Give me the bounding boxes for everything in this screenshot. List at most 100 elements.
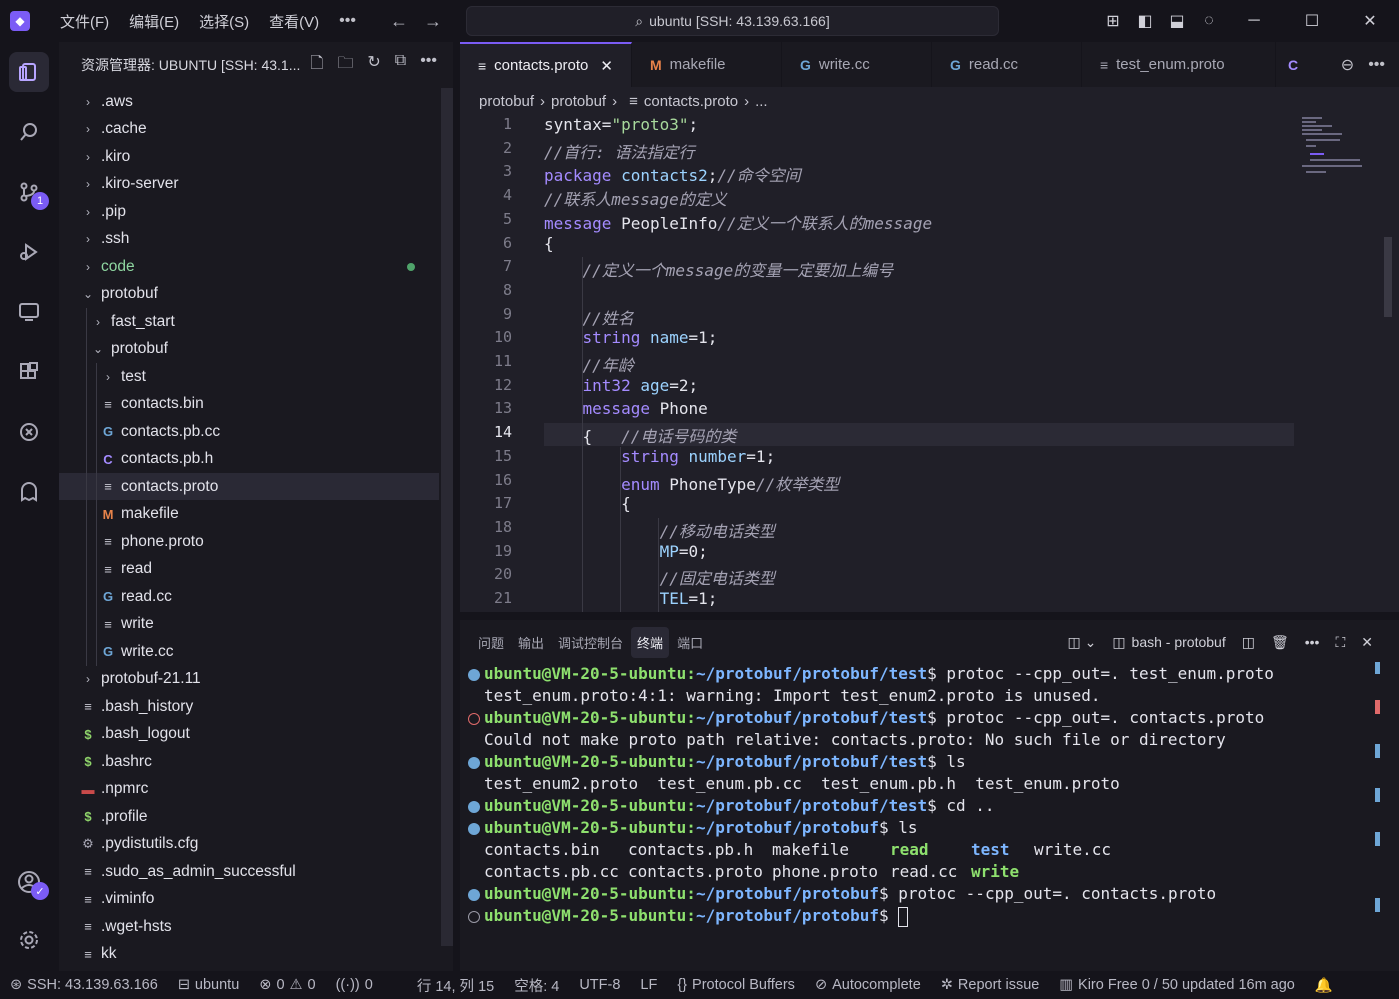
tree-item[interactable]: ≡ contacts.proto	[59, 473, 439, 500]
command-mark-icon[interactable]	[468, 757, 480, 769]
problems-indicator[interactable]: ⊗ 0 ⚠ 0	[249, 977, 325, 993]
terminal-name[interactable]: bash - protobuf	[1132, 634, 1226, 650]
remote-explorer-icon[interactable]	[9, 292, 49, 332]
source-control-icon[interactable]: 1	[9, 172, 49, 212]
tab-output[interactable]: 输出	[512, 627, 550, 658]
toggle-panel-icon[interactable]: ⬓	[1161, 11, 1193, 31]
more-actions-icon[interactable]: •••	[1305, 634, 1320, 650]
tab-c-header[interactable]: C	[1275, 42, 1311, 87]
command-mark-icon[interactable]	[468, 669, 480, 681]
command-center[interactable]: ⌕ ubuntu [SSH: 43.139.63.166]	[466, 6, 999, 36]
breadcrumb-item[interactable]: contacts.proto	[644, 93, 738, 110]
settings-gear-icon[interactable]	[9, 920, 49, 960]
tab-test-enum-proto[interactable]: ≡ test_enum.proto	[1081, 42, 1276, 87]
tree-item[interactable]: ▬ .npmrc	[59, 776, 439, 803]
tree-item[interactable]: ≡ read	[59, 556, 439, 583]
close-icon[interactable]: ✕	[600, 57, 613, 75]
bell-icon[interactable]: 🔔	[1305, 977, 1343, 994]
tree-item[interactable]: ≡ kk	[59, 941, 439, 968]
tree-item[interactable]: ≡ write	[59, 611, 439, 638]
tree-item[interactable]: Gwrite.cc	[59, 638, 439, 665]
command-mark-icon[interactable]	[468, 801, 480, 813]
kiro-icon[interactable]	[9, 412, 49, 452]
minimize-button[interactable]: ─	[1225, 12, 1283, 30]
tree-item[interactable]: › .ssh	[59, 226, 439, 253]
ports-indicator[interactable]: ((·)) 0	[326, 977, 383, 993]
tree-item[interactable]: ⚙ .pydistutils.cfg	[59, 831, 439, 858]
breadcrumb-item[interactable]: protobuf	[551, 93, 606, 110]
more-actions-icon[interactable]: •••	[420, 52, 437, 79]
menu-view[interactable]: 查看(V)	[259, 11, 329, 32]
autocomplete-toggle[interactable]: ⊘ Autocomplete	[805, 977, 931, 993]
split-terminal-icon[interactable]: ◫	[1242, 634, 1255, 651]
language-mode[interactable]: {} Protocol Buffers	[667, 977, 805, 993]
tree-item[interactable]: › .kiro-server	[59, 171, 439, 198]
layout-customize-icon[interactable]: ⊞	[1097, 11, 1129, 31]
tree-item[interactable]: › .kiro	[59, 143, 439, 170]
tree-item[interactable]: ≡ .bash_history	[59, 693, 439, 720]
tree-item[interactable]: › protobuf-21.11	[59, 666, 439, 693]
more-actions-icon[interactable]: •••	[1368, 56, 1385, 74]
tree-item[interactable]: Gread.cc	[59, 583, 439, 610]
remote-indicator[interactable]: ⊛ SSH: 43.139.63.166	[0, 977, 168, 993]
tree-item[interactable]: › .pip	[59, 198, 439, 225]
tab-contacts-proto[interactable]: ≡ contacts.proto ✕	[460, 42, 632, 87]
tree-item[interactable]: › test	[59, 363, 439, 390]
new-file-icon[interactable]: 🗋	[310, 52, 323, 79]
indentation[interactable]: 空格: 4	[504, 975, 569, 996]
tree-item[interactable]: ⌄ protobuf	[59, 336, 439, 363]
command-mark-icon[interactable]	[468, 823, 480, 835]
run-debug-icon[interactable]	[9, 232, 49, 272]
tree-item[interactable]: › .aws	[59, 88, 439, 115]
error-mark-icon[interactable]	[468, 713, 480, 725]
tree-item[interactable]: ≡ .wget-hsts	[59, 913, 439, 940]
more-menu-button[interactable]: •••	[329, 12, 366, 30]
trash-icon[interactable]: 🗑	[1271, 634, 1289, 651]
command-mark-icon[interactable]	[468, 889, 480, 901]
maximize-panel-icon[interactable]: ⛶	[1335, 634, 1345, 651]
tree-item[interactable]: $ .bashrc	[59, 748, 439, 775]
sidebar-scrollbar[interactable]	[441, 88, 453, 946]
tree-item[interactable]: ⌄ protobuf	[59, 281, 439, 308]
tree-item[interactable]: ≡ .sudo_as_admin_successful	[59, 858, 439, 885]
tab-ports[interactable]: 端口	[671, 627, 709, 658]
menu-selection[interactable]: 选择(S)	[189, 11, 259, 32]
tree-item[interactable]: $ .profile	[59, 803, 439, 830]
menu-file[interactable]: 文件(F)	[50, 11, 119, 32]
tree-item[interactable]: Mmakefile	[59, 501, 439, 528]
report-issue[interactable]: ✲ Report issue	[931, 977, 1050, 993]
breadcrumb-item[interactable]: protobuf	[479, 93, 534, 110]
tab-makefile[interactable]: M makefile	[631, 42, 782, 87]
toggle-sidebar-icon[interactable]: ◧	[1129, 11, 1161, 31]
maximize-button[interactable]: ☐	[1283, 11, 1341, 31]
account-icon[interactable]: ✓	[9, 862, 49, 902]
explorer-icon[interactable]	[9, 52, 49, 92]
breadcrumb-item[interactable]: ...	[755, 93, 768, 110]
tab-terminal[interactable]: 终端	[631, 626, 670, 658]
encoding[interactable]: UTF-8	[569, 977, 630, 993]
editor-scrollbar[interactable]	[1384, 237, 1392, 317]
new-terminal-split-icon[interactable]: ◫ ⌄	[1067, 634, 1096, 651]
back-arrow-icon[interactable]: ←	[390, 11, 408, 32]
end-of-line[interactable]: LF	[630, 977, 667, 993]
tab-debug-console[interactable]: 调试控制台	[552, 627, 629, 658]
tree-item[interactable]: Gcontacts.pb.cc	[59, 418, 439, 445]
ghost-icon[interactable]	[9, 472, 49, 512]
forward-arrow-icon[interactable]: →	[424, 11, 442, 32]
tree-item[interactable]: Ccontacts.pb.h	[59, 446, 439, 473]
new-folder-icon[interactable]: 🗀	[337, 52, 353, 79]
tree-item[interactable]: › fast_start	[59, 308, 439, 335]
tree-item[interactable]: $ .bash_logout	[59, 721, 439, 748]
close-panel-icon[interactable]: ✕	[1361, 634, 1373, 651]
kiro-usage[interactable]: ▥ Kiro Free 0 / 50 updated 16m ago	[1049, 977, 1305, 993]
tab-problems[interactable]: 问题	[472, 627, 510, 658]
collapse-all-icon[interactable]: ⧉	[395, 52, 406, 79]
tab-read-cc[interactable]: G read.cc	[931, 42, 1082, 87]
command-mark-icon[interactable]	[468, 911, 480, 923]
tree-item[interactable]: ≡ contacts.bin	[59, 391, 439, 418]
close-window-button[interactable]: ✕	[1341, 11, 1399, 31]
minimap[interactable]	[1300, 115, 1390, 185]
tree-item[interactable]: › code	[59, 253, 439, 280]
tree-item[interactable]: ≡ .viminfo	[59, 886, 439, 913]
code-editor[interactable]: 1 syntax="proto3"; 2 //首行: 语法指定行 3 package co…	[460, 115, 1399, 612]
